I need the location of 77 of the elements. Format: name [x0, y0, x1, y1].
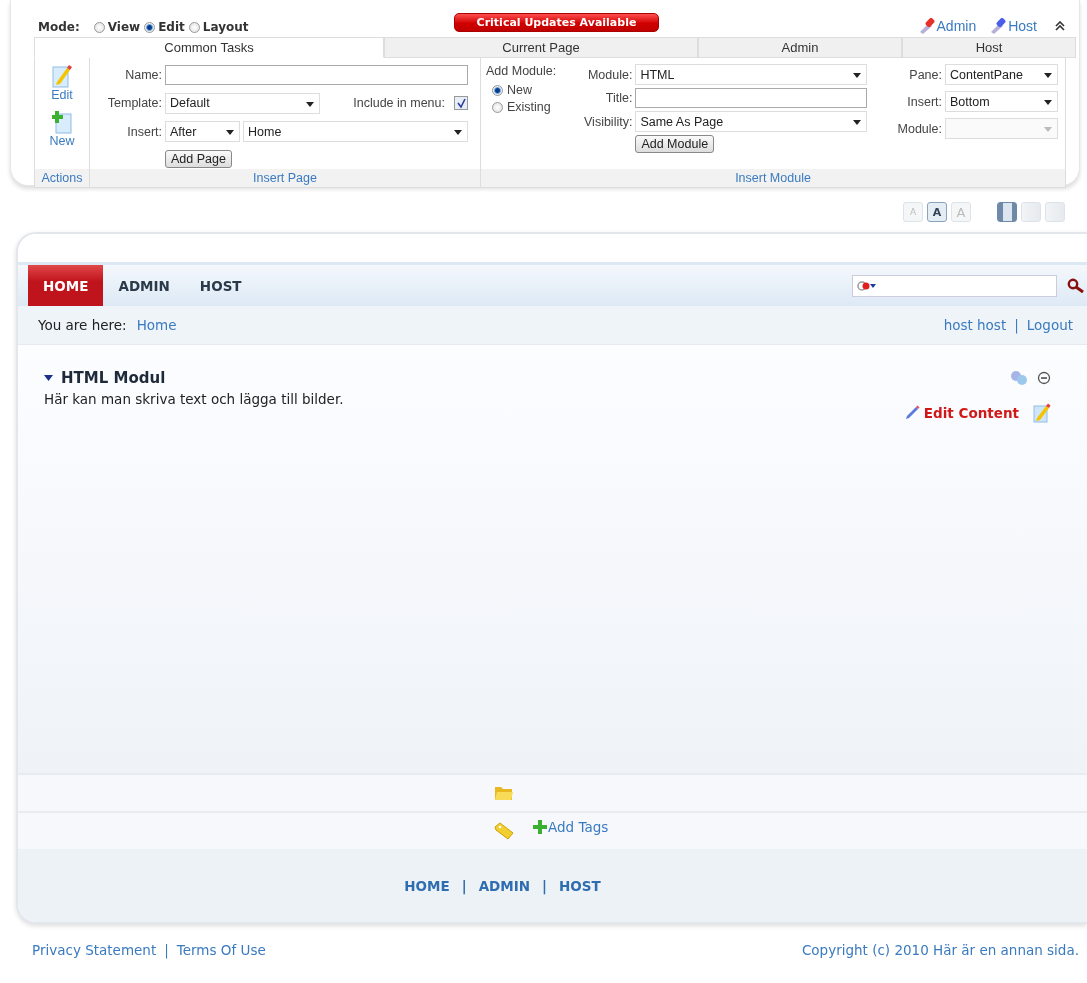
radio-label[interactable]: Existing — [507, 100, 551, 114]
title-field[interactable] — [635, 88, 868, 108]
mode-label: Mode: — [38, 20, 80, 34]
privacy-link[interactable]: Privacy Statement — [32, 942, 157, 958]
tag-icon[interactable] — [494, 822, 514, 840]
action-link[interactable]: New — [49, 110, 75, 148]
search-field[interactable] — [852, 274, 1057, 297]
width-button[interactable] — [997, 202, 1017, 222]
pane-dropdown[interactable]: ContentPane — [945, 64, 1058, 85]
edit-page-icon[interactable] — [1033, 403, 1051, 423]
copyright-text: Copyright (c) 2010 Här är en annan sida. — [801, 942, 1079, 958]
field-label: Module: — [897, 121, 942, 136]
position-dropdown[interactable]: After — [165, 121, 240, 143]
radio-button[interactable] — [492, 84, 503, 96]
field-label: Visibility: — [584, 114, 633, 129]
field-label: Include in menu: — [353, 96, 445, 111]
field-label: Module: — [586, 67, 633, 82]
add-tags-link[interactable]: Add Tags — [532, 819, 609, 835]
field-label: Add Module: — [486, 64, 558, 78]
minimize-icon[interactable] — [1037, 371, 1051, 385]
logout-link[interactable]: Logout — [1026, 317, 1073, 333]
collapse-triangle-icon[interactable] — [44, 375, 53, 381]
top-link[interactable]: Admin — [916, 18, 977, 34]
add-page-button[interactable]: Add Page — [165, 149, 232, 168]
search-icon[interactable] — [1067, 277, 1085, 294]
separator: | — [1014, 317, 1019, 333]
radio-label[interactable]: New — [507, 83, 532, 97]
page-dropdown[interactable]: Home — [243, 121, 468, 143]
panel-tab[interactable]: Host — [902, 37, 1076, 58]
panel-tab[interactable]: Common Tasks — [34, 37, 384, 58]
radio-button[interactable] — [492, 101, 503, 113]
nav-tab[interactable]: HOME — [28, 265, 104, 306]
nav-tab[interactable]: HOST — [184, 265, 257, 306]
separator: | — [164, 942, 169, 958]
visibility-dropdown[interactable]: Same As Page — [635, 111, 868, 132]
field-label: Title: — [604, 91, 633, 105]
folder-icon[interactable] — [494, 785, 514, 801]
module-title: HTML Modul — [61, 369, 166, 387]
top-link[interactable]: Host — [988, 18, 1037, 34]
section-caption: Insert Page — [90, 169, 480, 187]
text-size-button[interactable]: A — [927, 202, 947, 222]
module-dropdown[interactable]: HTML — [635, 64, 868, 85]
nav-tab[interactable]: ADMIN — [103, 265, 185, 306]
field-label: Insert: — [126, 124, 162, 139]
mode-radio[interactable]: Edit — [144, 20, 185, 34]
include-checkbox[interactable] — [454, 96, 468, 111]
breadcrumb-label: You are here: — [38, 317, 127, 333]
edit-content-link[interactable]: Edit Content — [903, 405, 1019, 421]
separator: | — [542, 877, 547, 894]
collapse-icon[interactable] — [1055, 21, 1065, 31]
terms-link[interactable]: Terms Of Use — [176, 942, 266, 958]
template-dropdown[interactable]: Default — [165, 92, 320, 114]
separator: | — [461, 877, 467, 894]
panel-tab[interactable]: Admin — [698, 37, 902, 58]
field-label: Name: — [124, 68, 162, 83]
action-link[interactable]: Edit — [51, 64, 73, 102]
footer-nav-link[interactable]: HOST — [559, 877, 601, 894]
critical-updates-button[interactable]: Critical Updates Available — [454, 13, 659, 32]
pencil-icon — [903, 405, 920, 421]
add-module-button[interactable]: Add Module — [635, 135, 715, 153]
search-option-icon[interactable] — [856, 278, 878, 293]
footer-nav-link[interactable]: ADMIN — [478, 877, 531, 894]
mode-radio[interactable]: View — [93, 20, 141, 34]
field-label: Pane: — [908, 67, 942, 82]
plus-icon — [532, 819, 548, 835]
section-caption: Actions — [35, 169, 89, 187]
mode-radio[interactable]: Layout — [188, 20, 249, 34]
panel-tab[interactable]: Current Page — [384, 37, 698, 58]
insert-dropdown[interactable]: Bottom — [945, 91, 1058, 112]
user-link[interactable]: host host — [943, 317, 1007, 333]
field-label: Insert: — [906, 94, 942, 109]
footer-nav-link[interactable]: HOME — [404, 877, 450, 894]
field-label: Template: — [106, 96, 162, 111]
breadcrumb-link[interactable]: Home — [136, 317, 177, 333]
name-field[interactable] — [165, 65, 468, 86]
section-caption: Insert Module — [481, 169, 1065, 187]
module-text: Här kan man skriva text och lägga till bilder. — [44, 391, 344, 409]
